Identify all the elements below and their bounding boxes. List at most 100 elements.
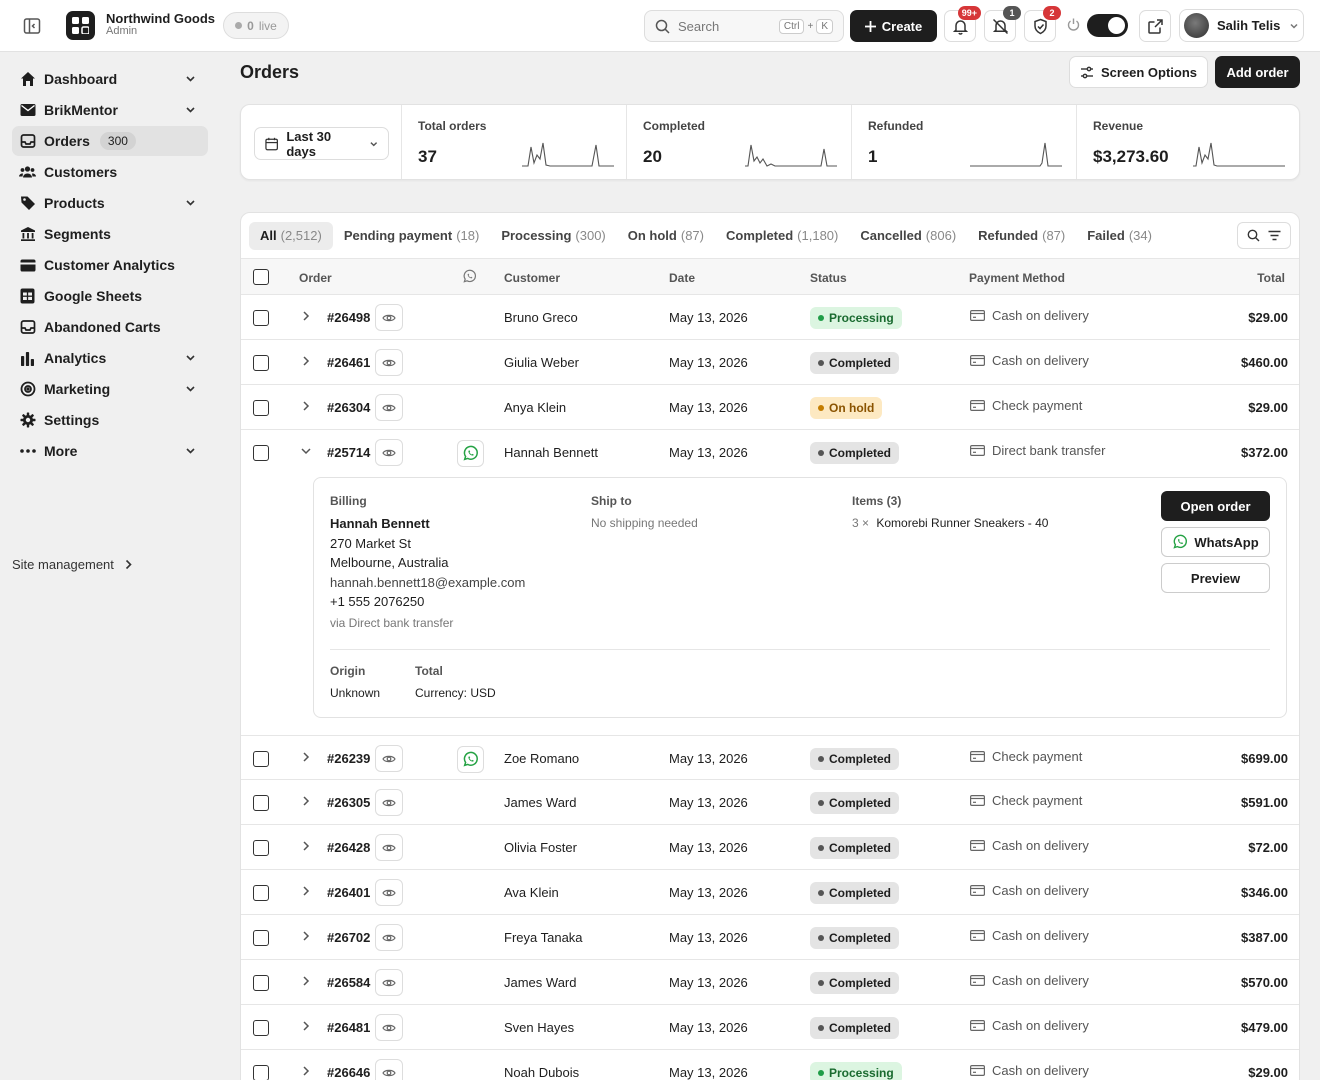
sidebar-item-dashboard[interactable]: Dashboard <box>12 64 208 94</box>
row-checkbox[interactable] <box>253 751 269 767</box>
sidebar-item-marketing[interactable]: Marketing <box>12 374 208 404</box>
row-checkbox[interactable] <box>253 795 269 811</box>
add-order-button[interactable]: Add order <box>1215 56 1300 88</box>
chevron-down-icon[interactable] <box>300 445 312 457</box>
tab-all[interactable]: All (2,512) <box>249 221 333 250</box>
whatsapp-icon[interactable] <box>457 746 484 773</box>
billing-email[interactable]: hannah.bennett18@example.com <box>330 575 525 590</box>
chevron-right-icon[interactable] <box>300 885 312 897</box>
table-row[interactable]: #26239 Zoe Romano May 13, 2026 Completed Che… <box>241 735 1299 780</box>
sidebar-item-products[interactable]: Products <box>12 188 208 218</box>
sidebar-item-customers[interactable]: Customers <box>12 157 208 187</box>
order-number[interactable]: #25714 <box>327 445 370 460</box>
row-checkbox[interactable] <box>253 1020 269 1036</box>
row-checkbox[interactable] <box>253 930 269 946</box>
eye-icon[interactable] <box>375 834 403 861</box>
eye-icon[interactable] <box>375 879 403 906</box>
open-order-button[interactable]: Open order <box>1161 491 1270 521</box>
table-row[interactable]: #26498 Bruno Greco May 13, 2026 Processing C… <box>241 295 1299 340</box>
order-number[interactable]: #26239 <box>327 751 370 766</box>
row-checkbox[interactable] <box>253 310 269 326</box>
user-menu[interactable]: Salih Telis <box>1179 9 1304 42</box>
chevron-right-icon[interactable] <box>300 355 312 367</box>
column-payment-method[interactable]: Payment Method <box>969 271 1065 285</box>
column-total[interactable]: Total <box>1257 271 1285 285</box>
tab-cancelled[interactable]: Cancelled (806) <box>849 222 967 250</box>
table-row[interactable]: #26305 James Ward May 13, 2026 Completed Che… <box>241 780 1299 825</box>
sidebar-toggle-icon[interactable] <box>22 16 42 36</box>
row-checkbox[interactable] <box>253 445 269 461</box>
chevron-right-icon[interactable] <box>300 930 312 942</box>
eye-icon[interactable] <box>375 1014 403 1041</box>
sidebar-item-analytics[interactable]: Analytics <box>12 343 208 373</box>
notifications-button[interactable]: 99+ <box>944 6 981 42</box>
order-number[interactable]: #26461 <box>327 355 370 370</box>
sidebar-item-settings[interactable]: Settings <box>12 405 208 435</box>
column-date[interactable]: Date <box>669 271 695 285</box>
order-number[interactable]: #26428 <box>327 840 370 855</box>
external-link-button[interactable] <box>1139 10 1171 42</box>
row-checkbox[interactable] <box>253 355 269 371</box>
row-checkbox[interactable] <box>253 975 269 991</box>
sidebar-item-brikmentor[interactable]: BrikMentor <box>12 95 208 125</box>
date-range-select[interactable]: Last 30 days <box>254 127 389 160</box>
search-icon[interactable] <box>1247 229 1260 242</box>
eye-icon[interactable] <box>375 924 403 951</box>
tab-processing[interactable]: Processing (300) <box>490 222 616 250</box>
table-row[interactable]: #26428 Olivia Foster May 13, 2026 Completed… <box>241 825 1299 870</box>
column-customer[interactable]: Customer <box>504 271 560 285</box>
order-number[interactable]: #26584 <box>327 975 370 990</box>
chevron-right-icon[interactable] <box>300 310 312 322</box>
sidebar-item-abandoned-carts[interactable]: Abandoned Carts <box>12 312 208 342</box>
table-row[interactable]: #26646 Noah Dubois May 13, 2026 Processing C… <box>241 1050 1299 1080</box>
table-row[interactable]: #26481 Sven Hayes May 13, 2026 Completed Cas… <box>241 1005 1299 1050</box>
security-button[interactable]: 2 <box>1024 6 1061 42</box>
sidebar-item-orders[interactable]: Orders 300 <box>12 126 208 156</box>
table-row[interactable]: #25714 Hannah Bennett May 13, 2026 Complete… <box>241 430 1299 475</box>
filter-icon[interactable] <box>1268 230 1281 241</box>
chevron-right-icon[interactable] <box>300 400 312 412</box>
tab-failed[interactable]: Failed (34) <box>1076 222 1163 250</box>
table-row[interactable]: #26461 Giulia Weber May 13, 2026 Completed C… <box>241 340 1299 385</box>
row-checkbox[interactable] <box>253 1065 269 1080</box>
chevron-right-icon[interactable] <box>300 975 312 987</box>
order-number[interactable]: #26304 <box>327 400 370 415</box>
tab-completed[interactable]: Completed (1,180) <box>715 222 849 250</box>
mode-toggle[interactable] <box>1087 14 1128 37</box>
row-checkbox[interactable] <box>253 400 269 416</box>
table-row[interactable]: #26584 James Ward May 13, 2026 Completed Cas… <box>241 960 1299 1005</box>
chevron-right-icon[interactable] <box>300 1065 312 1077</box>
eye-icon[interactable] <box>375 1059 403 1080</box>
chevron-right-icon[interactable] <box>300 1020 312 1032</box>
eye-icon[interactable] <box>375 969 403 996</box>
chevron-right-icon[interactable] <box>300 795 312 807</box>
eye-icon[interactable] <box>375 789 403 816</box>
order-number[interactable]: #26401 <box>327 885 370 900</box>
tab-pending-payment[interactable]: Pending payment (18) <box>333 222 490 250</box>
screen-options-button[interactable]: Screen Options <box>1069 56 1208 88</box>
order-number[interactable]: #26498 <box>327 310 370 325</box>
chevron-right-icon[interactable] <box>300 751 312 763</box>
select-all-checkbox[interactable] <box>253 269 269 285</box>
live-visitors-pill[interactable]: 0 live <box>223 12 289 39</box>
order-number[interactable]: #26702 <box>327 930 370 945</box>
table-row[interactable]: #26702 Freya Tanaka May 13, 2026 Completed C… <box>241 915 1299 960</box>
brand-logo[interactable] <box>66 11 95 40</box>
eye-icon[interactable] <box>375 349 403 376</box>
eye-icon[interactable] <box>375 745 403 772</box>
search-input[interactable]: Search Ctrl + K <box>644 10 844 42</box>
table-row[interactable]: #26304 Anya Klein May 13, 2026 On hold Check… <box>241 385 1299 430</box>
site-management-link[interactable]: Site management <box>12 557 133 572</box>
tab-refunded[interactable]: Refunded (87) <box>967 222 1076 250</box>
chevron-right-icon[interactable] <box>300 840 312 852</box>
sidebar-item-more[interactable]: More <box>12 436 208 466</box>
column-status[interactable]: Status <box>810 271 847 285</box>
eye-icon[interactable] <box>375 304 403 331</box>
row-checkbox[interactable] <box>253 885 269 901</box>
table-row[interactable]: #26401 Ava Klein May 13, 2026 Completed Cash… <box>241 870 1299 915</box>
whatsapp-button[interactable]: WhatsApp <box>1161 527 1270 557</box>
row-checkbox[interactable] <box>253 840 269 856</box>
sidebar-item-customer-analytics[interactable]: Customer Analytics <box>12 250 208 280</box>
create-button[interactable]: Create <box>850 10 937 42</box>
column-order[interactable]: Order <box>299 271 332 285</box>
